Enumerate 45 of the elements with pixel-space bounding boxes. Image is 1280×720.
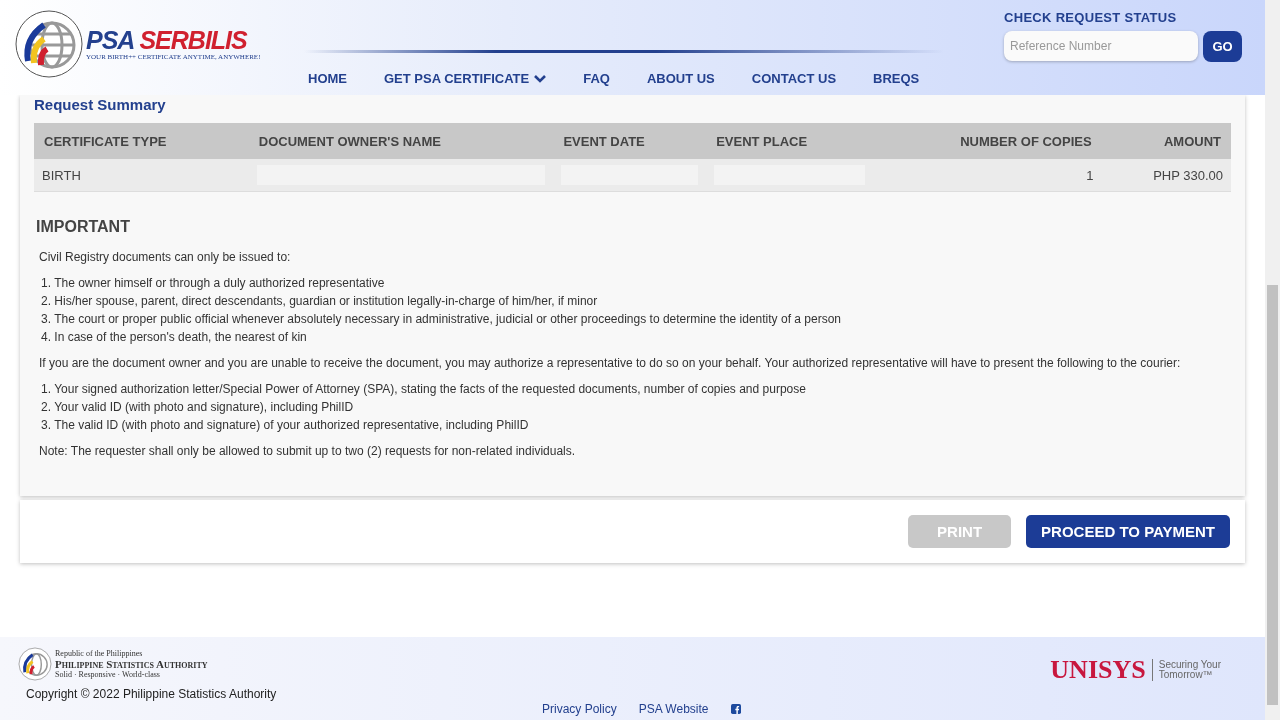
list-item: 2. His/her spouse, parent, direct descendants, guardian or institution legally-in-charge of him/her, if minor <box>41 293 599 310</box>
globe-logo-icon <box>18 647 52 681</box>
paragraph: Civil Registry documents can only be issued to: <box>39 250 292 264</box>
column-header: NUMBER OF COPIES <box>873 123 1102 159</box>
list-item: 1. Your signed authorization letter/Special Power of Attorney (SPA), stating the facts of the requested documents, number of copies and purpose <box>41 381 807 398</box>
go-button[interactable]: GO <box>1203 31 1242 62</box>
column-header: CERTIFICATE TYPE <box>34 123 249 159</box>
footer-link[interactable]: PSA Website <box>638 702 709 716</box>
facebook-icon[interactable] <box>730 704 741 714</box>
nav-link[interactable]: GET PSA CERTIFICATE <box>384 71 547 86</box>
action-button[interactable]: PROCEED TO PAYMENT <box>1026 515 1230 548</box>
org-motto: Solid · Responsive · World-class <box>55 670 161 679</box>
partner-logo: UNISYS <box>1050 654 1146 685</box>
column-header: EVENT PLACE <box>706 123 874 159</box>
table-cell: 1 <box>1086 167 1094 183</box>
status-title: CHECK REQUEST STATUS <box>1004 10 1178 25</box>
list-item: 2. Your valid ID (with photo and signature), including PhilID <box>41 399 355 416</box>
table-cell: PHP 330.00 <box>1153 167 1223 183</box>
nav-link[interactable]: CONTACT US <box>751 71 837 86</box>
footer-link[interactable]: Privacy Policy <box>542 702 617 716</box>
org-caption: Republic of the Philippines <box>55 649 144 658</box>
list-item: 3. The valid ID (with photo and signature) of your authorized representative, including PhilID <box>41 417 530 434</box>
globe-logo-icon <box>14 9 84 79</box>
copyright: Copyright © 2022 Philippine Statistics Authority <box>26 687 278 701</box>
paragraph: If you are the document owner and you are unable to receive the document, you may authorize a representative to do so on your behalf. Your authorized representative will have to present the following to the courier: <box>39 356 1182 370</box>
nav-link[interactable]: ABOUT US <box>646 71 715 86</box>
nav-link[interactable]: BREQS <box>873 71 920 86</box>
list-item: 1. The owner himself or through a duly authorized representative <box>41 275 386 292</box>
org-name: Philippine Statistics Authority <box>55 658 208 670</box>
table-cell: BIRTH <box>42 167 81 183</box>
section-title: Request Summary <box>34 95 167 115</box>
note: Note: The requester shall only be allowed to submit up to two (2) requests for non-related individuals. <box>39 444 577 458</box>
column-header: EVENT DATE <box>553 123 707 159</box>
caret-icon <box>534 74 547 83</box>
list-item: 4. In case of the person's death, the nearest of kin <box>41 329 308 346</box>
reference-number-field[interactable]: Reference Number <box>1004 31 1198 61</box>
list-item: 3. The court or proper public official whenever absolutely necessary in administrative, judicial or other proceedings to determine the identity of a person <box>41 311 842 328</box>
brand-logo: PSA SERBILIS <box>86 27 248 53</box>
scrollbar[interactable] <box>1265 0 1280 720</box>
partner-slogan: Securing Your Tomorrow™ <box>1158 659 1221 680</box>
column-header: DOCUMENT OWNER'S NAME <box>248 123 554 159</box>
nav-link[interactable]: FAQ <box>583 71 610 86</box>
nav-link[interactable]: HOME <box>308 71 347 86</box>
important-title: IMPORTANT <box>36 218 131 236</box>
column-header: AMOUNT <box>1101 123 1231 159</box>
